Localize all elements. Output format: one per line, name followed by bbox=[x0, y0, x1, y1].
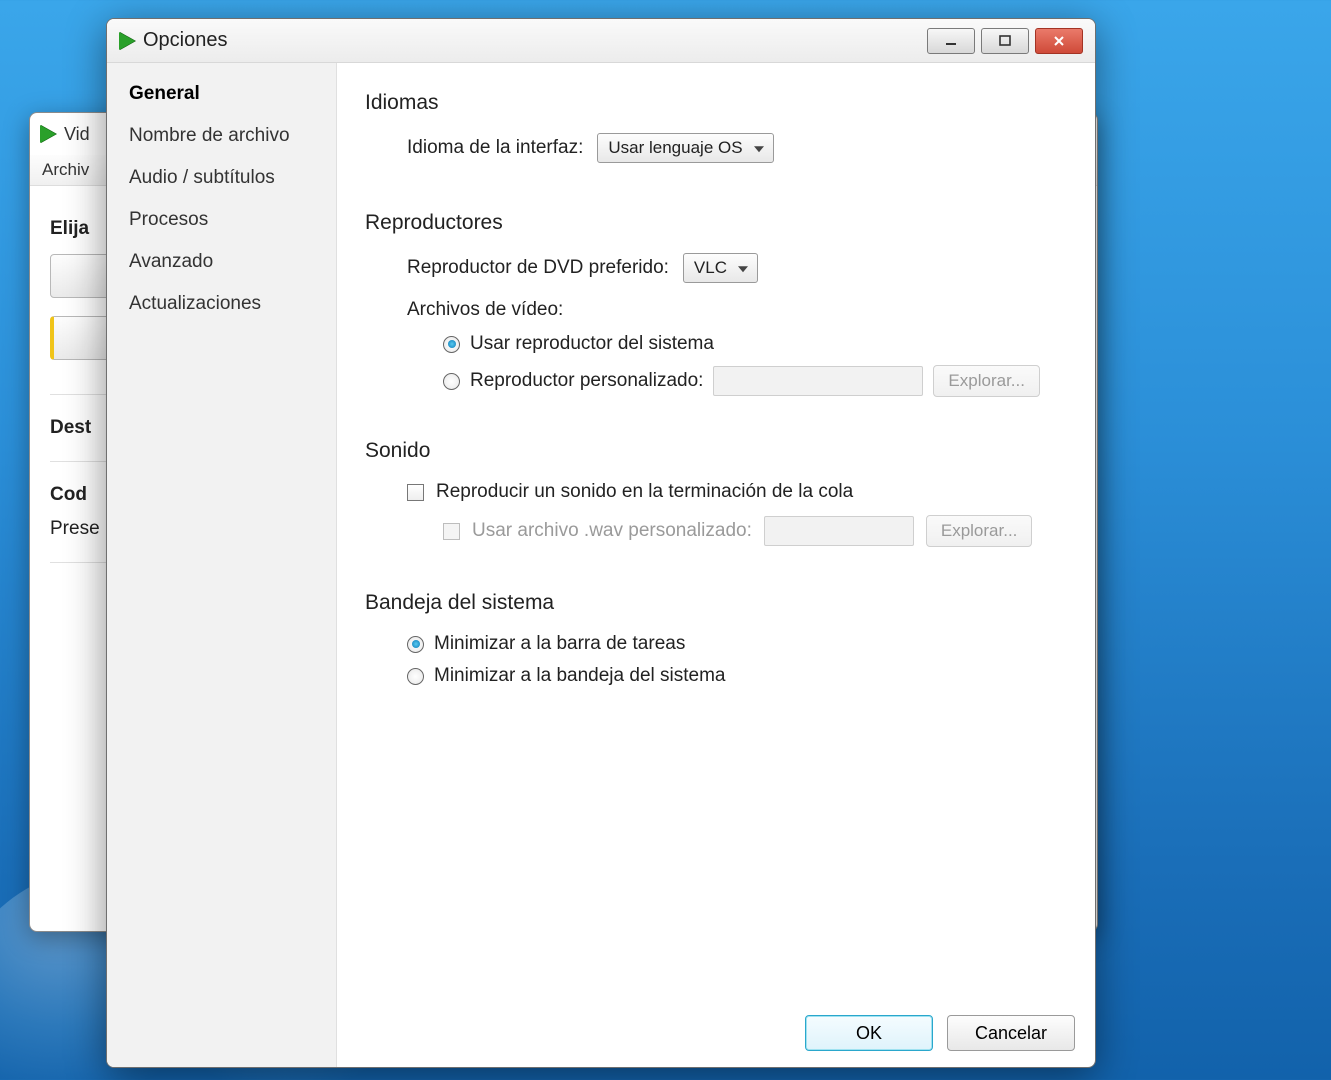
radio-minimize-taskbar[interactable] bbox=[407, 636, 424, 653]
dialog-app-icon bbox=[119, 32, 135, 50]
cancel-button[interactable]: Cancelar bbox=[947, 1015, 1075, 1051]
sidebar-item-filename[interactable]: Nombre de archivo bbox=[107, 115, 336, 157]
interface-language-combo[interactable]: Usar lenguaje OS bbox=[597, 133, 773, 163]
checkbox-play-sound[interactable] bbox=[407, 484, 424, 501]
radio-system-player-label: Usar reproductor del sistema bbox=[470, 333, 714, 355]
minimize-button[interactable] bbox=[927, 28, 975, 54]
radio-minimize-tray-label: Minimizar a la bandeja del sistema bbox=[434, 665, 725, 687]
sidebar-item-general[interactable]: General bbox=[107, 73, 336, 115]
checkbox-custom-wav bbox=[443, 523, 460, 540]
custom-player-browse-button: Explorar... bbox=[933, 365, 1040, 397]
radio-system-player[interactable] bbox=[443, 336, 460, 353]
section-heading-tray: Bandeja del sistema bbox=[365, 591, 1067, 615]
dvd-player-combo[interactable]: VLC bbox=[683, 253, 758, 283]
checkbox-play-sound-label: Reproducir un sonido en la terminación d… bbox=[436, 481, 853, 503]
options-dialog: Opciones General Nombre de archivo Audio… bbox=[106, 18, 1096, 1068]
dvd-player-label: Reproductor de DVD preferido: bbox=[407, 257, 669, 279]
options-sidebar: General Nombre de archivo Audio / subtít… bbox=[107, 63, 337, 1067]
parent-window-title: Vid bbox=[64, 124, 90, 145]
interface-language-label: Idioma de la interfaz: bbox=[407, 137, 583, 159]
checkbox-custom-wav-label: Usar archivo .wav personalizado: bbox=[472, 520, 752, 542]
app-icon bbox=[40, 125, 56, 143]
maximize-button[interactable] bbox=[981, 28, 1029, 54]
sidebar-item-advanced[interactable]: Avanzado bbox=[107, 241, 336, 283]
sidebar-item-updates[interactable]: Actualizaciones bbox=[107, 283, 336, 325]
radio-minimize-taskbar-label: Minimizar a la barra de tareas bbox=[434, 633, 685, 655]
radio-custom-player[interactable] bbox=[443, 373, 460, 390]
radio-custom-player-label: Reproductor personalizado: bbox=[470, 370, 703, 392]
sidebar-item-audio-subtitles[interactable]: Audio / subtítulos bbox=[107, 157, 336, 199]
custom-player-path-input bbox=[713, 366, 923, 396]
section-heading-players: Reproductores bbox=[365, 211, 1067, 235]
custom-wav-path-input bbox=[764, 516, 914, 546]
dialog-title: Opciones bbox=[143, 29, 228, 52]
close-button[interactable] bbox=[1035, 28, 1083, 54]
section-heading-languages: Idiomas bbox=[365, 91, 1067, 115]
custom-wav-browse-button: Explorar... bbox=[926, 515, 1033, 547]
sidebar-item-processes[interactable]: Procesos bbox=[107, 199, 336, 241]
section-heading-sound: Sonido bbox=[365, 439, 1067, 463]
radio-minimize-tray[interactable] bbox=[407, 668, 424, 685]
video-files-label: Archivos de vídeo: bbox=[407, 299, 1067, 321]
ok-button[interactable]: OK bbox=[805, 1015, 933, 1051]
